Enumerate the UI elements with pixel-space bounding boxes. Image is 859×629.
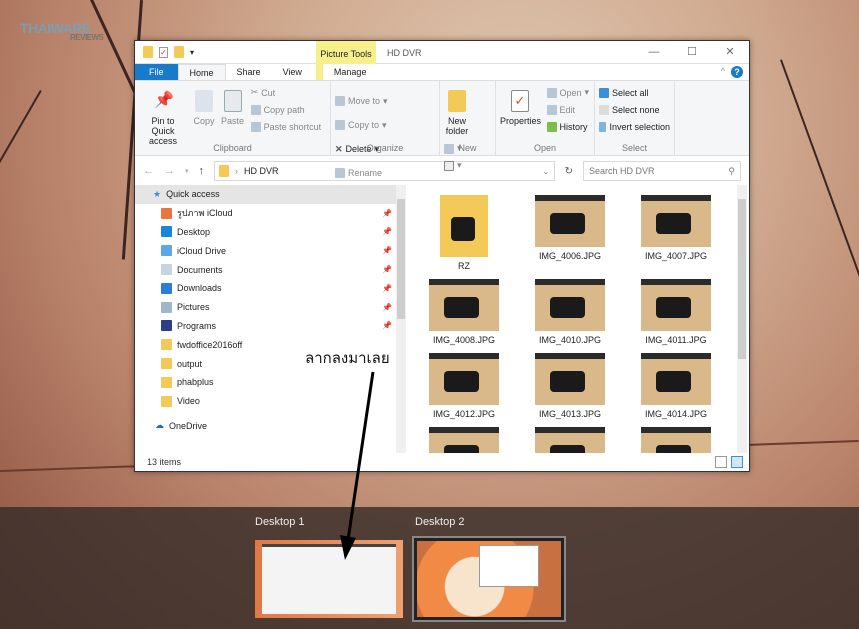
annotation-arrow bbox=[340, 371, 375, 560]
tab-file[interactable]: File bbox=[135, 64, 178, 80]
tab-manage[interactable]: Manage bbox=[322, 64, 378, 80]
tab-home[interactable]: Home bbox=[177, 64, 226, 80]
tab-view[interactable]: View bbox=[272, 64, 313, 80]
tab-share[interactable]: Share bbox=[226, 64, 272, 80]
